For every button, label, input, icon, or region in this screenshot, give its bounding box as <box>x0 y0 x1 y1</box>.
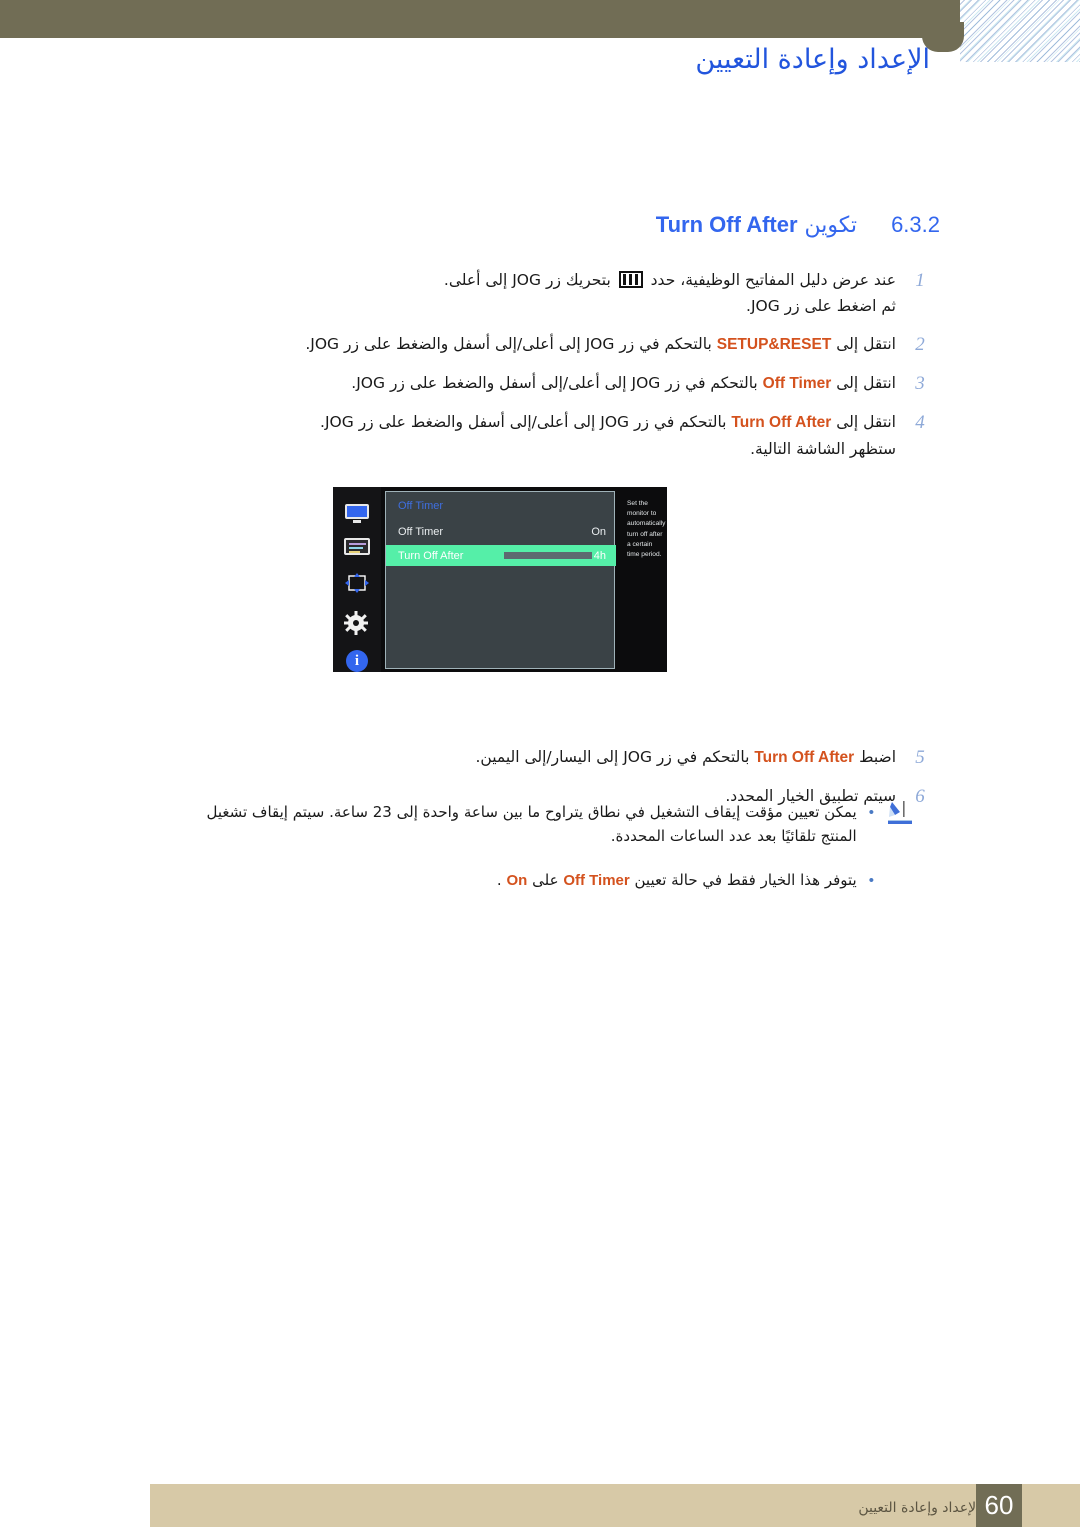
step3-text-start: انتقل إلى <box>836 374 896 393</box>
step1-text-after: بتحريك زر JOG إلى أعلى. <box>443 271 611 289</box>
footer-section-label: الإعداد وإعادة التعيين <box>858 1500 980 1516</box>
note-icon-slot <box>886 800 930 826</box>
pencil-note-icon <box>888 801 912 824</box>
section-number: 6.3.2 <box>891 212 940 237</box>
section-heading: 6.3.2 تكوين Turn Off After <box>656 212 940 238</box>
gear-icon <box>344 611 370 635</box>
osd-row-off-timer[interactable]: Off Timer On <box>386 521 616 542</box>
step5-text-end: بالتحكم في زر JOG إلى اليسار/إلى اليمين. <box>475 748 750 766</box>
step5-text-start: اضبط <box>859 748 896 766</box>
step4-subtext: ستظهر الشاشة التالية. <box>750 440 896 459</box>
page-root: الإعداد وإعادة التعيين 6.3.2 تكوين Turn … <box>0 0 1080 1527</box>
info-icon: i <box>346 650 368 672</box>
step2-text-end: بالتحكم في زر JOG إلى أعلى/إلى أسفل والض… <box>305 335 712 354</box>
osd-menu-panel: Off Timer Off Timer On Turn Off After 4h <box>385 491 616 669</box>
osd-slider[interactable] <box>504 552 592 559</box>
osd-menu-icon <box>618 271 643 288</box>
osd-row-label: Turn Off After <box>398 549 464 562</box>
step-text: انتقل إلى Off Timer بالتحكم في زر JOG إل… <box>170 371 896 396</box>
note-text: يمكن تعيين مؤقت إيقاف التشغيل في نطاق يت… <box>206 803 857 845</box>
osd-help-text: Set the monitor to automatically turn of… <box>623 491 667 669</box>
step-number: 1 <box>915 270 925 291</box>
step-item: 3 انتقل إلى Off Timer بالتحكم في زر JOG … <box>170 371 930 396</box>
notes-list: • يمكن تعيين مؤقت إيقاف التشغيل في نطاق … <box>170 800 930 914</box>
step-item: 4 انتقل إلى Turn Off After بالتحكم في زر… <box>170 410 930 461</box>
note-item: • يمكن تعيين مؤقت إيقاف التشغيل في نطاق … <box>170 800 930 848</box>
note2-keyword: Off Timer <box>563 872 630 889</box>
osd-screenshot: i Off Timer Off Timer On Turn Off After … <box>333 487 667 672</box>
header-band <box>0 0 960 38</box>
steps-list-top: 1 عند عرض دليل المفاتيح الوظيفية، حدد بت… <box>170 268 930 475</box>
note-icon-slot-empty <box>886 868 930 894</box>
monitor-icon <box>344 503 370 523</box>
step-item: 2 انتقل إلى SETUP&RESET بالتحكم في زر JO… <box>170 332 930 357</box>
note-bullet: • <box>868 804 874 821</box>
osd-icon-rail: i <box>333 487 381 672</box>
note2-keyword-2: On <box>506 872 528 889</box>
note2-text-end: . <box>496 871 502 889</box>
step3-keyword: Off Timer <box>762 375 832 393</box>
step5-keyword: Turn Off After <box>754 749 855 766</box>
osd-row-turn-off-after[interactable]: Turn Off After 4h <box>386 545 616 566</box>
osd-row-value: On <box>591 525 606 538</box>
step-text: اضبط Turn Off After بالتحكم في زر JOG إل… <box>170 745 896 770</box>
move-arrows-icon <box>344 572 370 594</box>
step3-text-end: بالتحكم في زر JOG إلى أعلى/إلى أسفل والض… <box>351 374 758 393</box>
page-title: الإعداد وإعادة التعيين <box>695 44 930 75</box>
page-number-badge: 60 <box>976 1484 1022 1527</box>
step-number: 2 <box>915 334 925 356</box>
step-number: 4 <box>915 412 925 434</box>
header-stripe-decoration <box>960 0 1080 62</box>
note-text: يتوفر هذا الخيار فقط في حالة تعيين Off T… <box>170 868 857 893</box>
step2-text-start: انتقل إلى <box>836 335 896 354</box>
osd-panel-title: Off Timer <box>398 500 444 512</box>
step-text: عند عرض دليل المفاتيح الوظيفية، حدد بتحر… <box>170 268 896 318</box>
step1-subtext: ثم اضغط على زر JOG. <box>746 297 896 316</box>
step4-keyword: Turn Off After <box>731 414 832 432</box>
note2-text-start: يتوفر هذا الخيار فقط في حالة تعيين <box>634 871 857 889</box>
step-text: انتقل إلى Turn Off After بالتحكم في زر J… <box>170 410 896 461</box>
osd-row-value: 4h <box>593 549 606 562</box>
section-title-ar: تكوين <box>804 213 858 238</box>
section-title-text: تكوين Turn Off After <box>656 212 857 238</box>
step-item: 5 اضبط Turn Off After بالتحكم في زر JOG … <box>170 745 930 770</box>
step2-keyword: SETUP&RESET <box>716 336 832 354</box>
note2-text-mid: على <box>532 871 559 889</box>
picture-icon <box>344 537 370 555</box>
osd-row-label: Off Timer <box>398 525 444 538</box>
step4-text-end: بالتحكم في زر JOG إلى أعلى/إلى أسفل والض… <box>320 413 727 432</box>
section-title-en: Turn Off After <box>655 212 798 237</box>
note-bullet: • <box>868 872 874 889</box>
note-item: • يتوفر هذا الخيار فقط في حالة تعيين Off… <box>170 868 930 894</box>
step4-text-start: انتقل إلى <box>836 413 896 432</box>
step-number: 5 <box>915 747 925 768</box>
step-item: 1 عند عرض دليل المفاتيح الوظيفية، حدد بت… <box>170 268 930 318</box>
step-number: 3 <box>915 373 925 395</box>
step-text: انتقل إلى SETUP&RESET بالتحكم في زر JOG … <box>170 332 896 357</box>
step1-text-before: عند عرض دليل المفاتيح الوظيفية، حدد <box>650 271 896 289</box>
